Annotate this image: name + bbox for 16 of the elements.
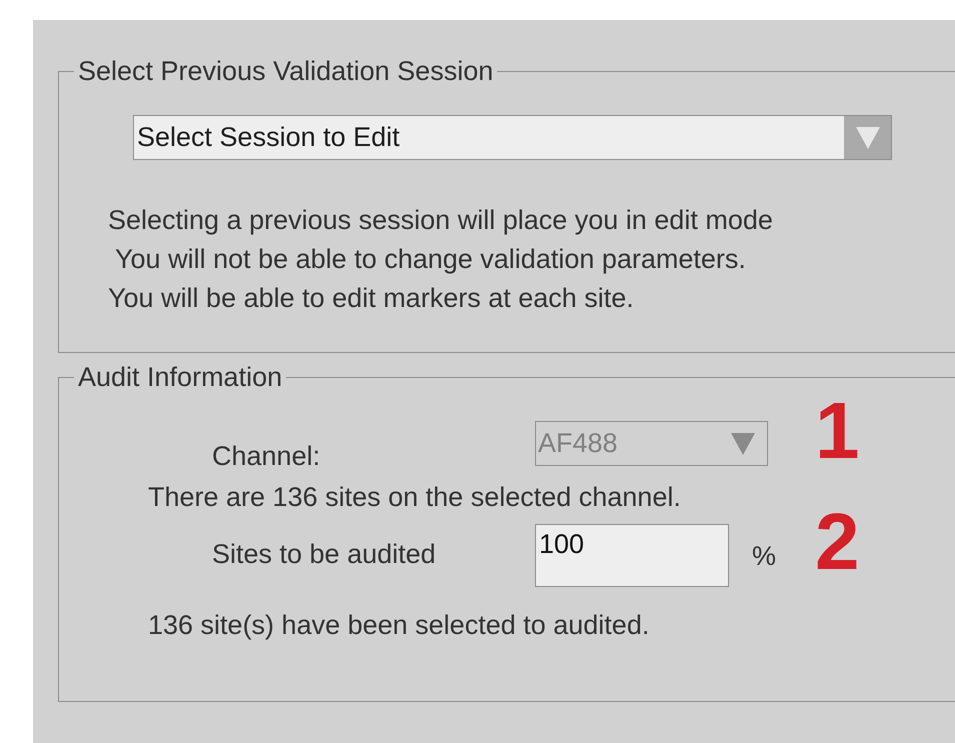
- sites-input[interactable]: 100: [535, 524, 729, 587]
- session-dropdown[interactable]: Select Session to Edit: [133, 115, 892, 160]
- annotation-number: 2: [815, 502, 860, 582]
- annotation-number: 1: [815, 391, 860, 471]
- info-text: Selecting a previous session will place you in edit mode: [108, 204, 774, 237]
- field-label: Sites to be audited: [212, 538, 437, 570]
- info-text: There are 136 sites on the selected channel.: [148, 481, 682, 513]
- unit-label: %: [752, 540, 778, 572]
- field-label: Channel:: [212, 440, 322, 472]
- info-text: You will not be able to change validation parameters.: [114, 243, 747, 276]
- dropdown-caret-icon: [856, 126, 880, 148]
- group-title: Select Previous Validation Session: [77, 55, 494, 87]
- dropdown-caret-icon: [731, 432, 755, 454]
- group-title: Audit Information: [77, 361, 284, 393]
- info-text: You will be able to edit markers at each site.: [108, 282, 635, 315]
- info-text: 136 site(s) have been selected to audited.: [148, 609, 650, 641]
